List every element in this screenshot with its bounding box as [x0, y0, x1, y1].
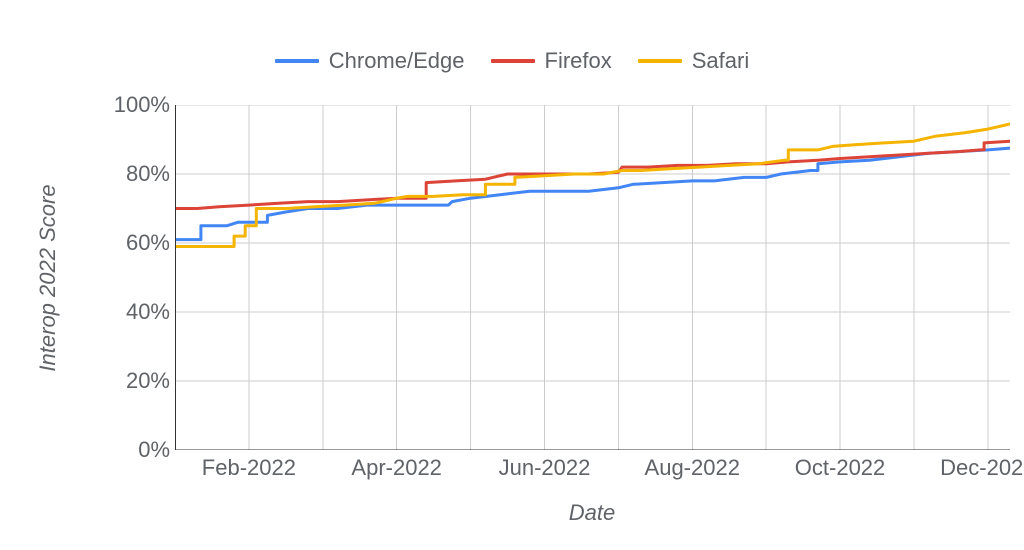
legend-swatch [638, 59, 682, 63]
y-axis-ticks: 0%20%40%60%80%100% [100, 105, 170, 450]
x-tick-label: Jun-2022 [499, 455, 591, 481]
series-line [175, 148, 1010, 240]
y-tick-label: 80% [100, 161, 170, 187]
legend-label: Chrome/Edge [329, 48, 465, 74]
chart-container: Chrome/Edge Firefox Safari Interop 2022 … [0, 0, 1024, 550]
legend: Chrome/Edge Firefox Safari [0, 48, 1024, 74]
y-axis-label: Interop 2022 Score [35, 184, 61, 371]
legend-swatch [275, 59, 319, 63]
y-tick-label: 20% [100, 368, 170, 394]
x-tick-label: Apr-2022 [351, 455, 442, 481]
x-tick-label: Aug-2022 [645, 455, 740, 481]
y-tick-label: 60% [100, 230, 170, 256]
legend-label: Firefox [545, 48, 612, 74]
y-tick-label: 100% [100, 92, 170, 118]
y-tick-label: 0% [100, 437, 170, 463]
x-axis-label: Date [569, 500, 615, 526]
legend-item-firefox: Firefox [491, 48, 612, 74]
legend-item-chrome: Chrome/Edge [275, 48, 465, 74]
plot-area [175, 105, 1010, 450]
x-tick-label: Feb-2022 [202, 455, 296, 481]
legend-label: Safari [692, 48, 749, 74]
x-tick-label: Dec-2022 [940, 455, 1024, 481]
legend-item-safari: Safari [638, 48, 749, 74]
x-tick-label: Oct-2022 [795, 455, 886, 481]
series-line [175, 124, 1010, 247]
legend-swatch [491, 59, 535, 63]
y-tick-label: 40% [100, 299, 170, 325]
x-axis-ticks: Feb-2022 Apr-2022 Jun-2022 Aug-2022 Oct-2022… [175, 455, 1010, 485]
